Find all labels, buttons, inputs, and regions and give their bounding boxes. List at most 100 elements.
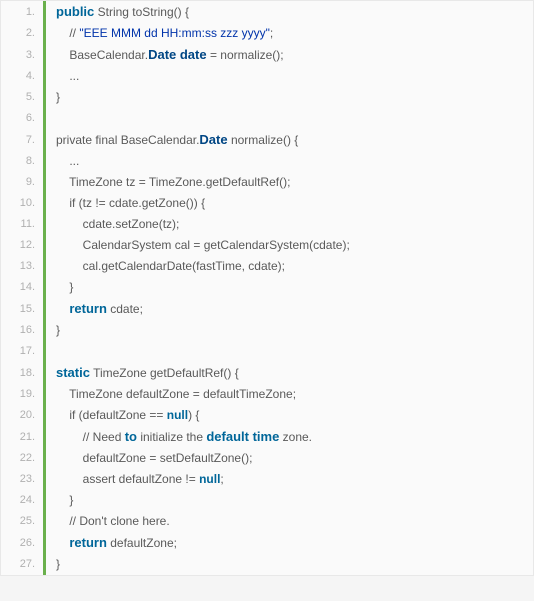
token: } <box>69 280 73 294</box>
code-content: // Don't clone here. <box>46 511 170 532</box>
token: BaseCalendar. <box>69 48 148 62</box>
token: ; <box>270 26 273 40</box>
code-content: cal.getCalendarDate(fastTime, cdate); <box>46 256 285 277</box>
code-line: 20. if (defaultZone == null) { <box>1 405 533 426</box>
line-number: 19. <box>1 384 43 405</box>
line-number: 8. <box>1 151 43 172</box>
code-content: return defaultZone; <box>46 532 177 554</box>
line-number: 11. <box>1 214 43 235</box>
token: if (defaultZone == <box>69 408 166 422</box>
token: cdate.setZone(tz); <box>83 217 180 231</box>
token: ... <box>69 154 79 168</box>
line-number: 1. <box>1 2 43 23</box>
token <box>56 344 59 358</box>
code-content: static TimeZone getDefaultRef() { <box>46 362 239 384</box>
code-content: private final BaseCalendar.Date normaliz… <box>46 129 298 151</box>
token: assert defaultZone != <box>83 472 199 486</box>
line-number: 17. <box>1 341 43 362</box>
line-number: 4. <box>1 66 43 87</box>
code-line: 18.static TimeZone getDefaultRef() { <box>1 362 533 384</box>
token: TimeZone defaultZone = defaultTimeZone; <box>69 387 296 401</box>
code-line: 13. cal.getCalendarDate(fastTime, cdate)… <box>1 256 533 277</box>
token: cdate; <box>107 302 143 316</box>
code-content: return cdate; <box>46 298 143 320</box>
token: cal.getCalendarDate(fastTime, cdate); <box>83 259 285 273</box>
code-content: } <box>46 320 60 341</box>
code-content <box>46 341 59 362</box>
token: Date date <box>148 47 207 62</box>
token: } <box>69 493 73 507</box>
token: } <box>56 557 60 571</box>
code-line: 19. TimeZone defaultZone = defaultTimeZo… <box>1 384 533 405</box>
code-line: 6. <box>1 108 533 129</box>
token: CalendarSystem cal = getCalendarSystem(c… <box>83 238 350 252</box>
code-block: 1.public String toString() {2. // "EEE M… <box>0 0 534 576</box>
token: } <box>56 90 60 104</box>
code-line: 11. cdate.setZone(tz); <box>1 214 533 235</box>
code-line: 22. defaultZone = setDefaultZone(); <box>1 448 533 469</box>
code-line: 25. // Don't clone here. <box>1 511 533 532</box>
token: defaultZone = setDefaultZone(); <box>83 451 253 465</box>
line-number: 24. <box>1 490 43 511</box>
line-number: 20. <box>1 405 43 426</box>
token: return <box>69 535 107 550</box>
line-number: 13. <box>1 256 43 277</box>
code-content: ... <box>46 151 79 172</box>
token: to <box>125 429 137 444</box>
line-number: 22. <box>1 448 43 469</box>
token: initialize the <box>137 430 206 444</box>
code-line: 21. // Need to initialize the default ti… <box>1 426 533 448</box>
code-content: CalendarSystem cal = getCalendarSystem(c… <box>46 235 350 256</box>
token: // <box>69 26 79 40</box>
token: return <box>69 301 107 316</box>
line-number: 15. <box>1 299 43 320</box>
token: if (tz != cdate.getZone()) { <box>69 196 205 210</box>
line-number: 10. <box>1 193 43 214</box>
token: ... <box>69 69 79 83</box>
token: // Need <box>83 430 125 444</box>
code-content: // Need to initialize the default time z… <box>46 426 312 448</box>
code-line: 26. return defaultZone; <box>1 532 533 554</box>
token: private final BaseCalendar. <box>56 133 199 147</box>
code-line: 24. } <box>1 490 533 511</box>
token: "EEE MMM dd HH:mm:ss zzz yyyy" <box>79 26 270 40</box>
token: ; <box>220 472 223 486</box>
token: null <box>199 472 220 486</box>
code-line: 8. ... <box>1 151 533 172</box>
token: } <box>56 323 60 337</box>
code-line: 5.} <box>1 87 533 108</box>
line-number: 5. <box>1 87 43 108</box>
token: normalize() { <box>228 133 299 147</box>
line-number: 14. <box>1 277 43 298</box>
token <box>56 111 59 125</box>
code-line: 23. assert defaultZone != null; <box>1 469 533 490</box>
token: Date <box>199 132 227 147</box>
code-content: } <box>46 277 73 298</box>
line-number: 6. <box>1 108 43 129</box>
line-number: 2. <box>1 23 43 44</box>
code-content: } <box>46 554 60 575</box>
code-content: cdate.setZone(tz); <box>46 214 179 235</box>
code-line: 14. } <box>1 277 533 298</box>
code-content: if (tz != cdate.getZone()) { <box>46 193 205 214</box>
code-content: TimeZone defaultZone = defaultTimeZone; <box>46 384 296 405</box>
token: TimeZone tz = TimeZone.getDefaultRef(); <box>69 175 290 189</box>
code-line: 4. ... <box>1 66 533 87</box>
token: = normalize(); <box>207 48 284 62</box>
token: String toString() { <box>94 5 189 19</box>
token: zone. <box>279 430 312 444</box>
line-number: 9. <box>1 172 43 193</box>
line-number: 21. <box>1 427 43 448</box>
code-line: 2. // "EEE MMM dd HH:mm:ss zzz yyyy"; <box>1 23 533 44</box>
code-line: 17. <box>1 341 533 362</box>
line-number: 26. <box>1 533 43 554</box>
token: ) { <box>188 408 199 422</box>
code-content: } <box>46 490 73 511</box>
line-number: 12. <box>1 235 43 256</box>
code-content: } <box>46 87 60 108</box>
code-line: 12. CalendarSystem cal = getCalendarSyst… <box>1 235 533 256</box>
code-content: BaseCalendar.Date date = normalize(); <box>46 44 284 66</box>
line-number: 16. <box>1 320 43 341</box>
line-number: 18. <box>1 363 43 384</box>
token: null <box>167 408 188 422</box>
